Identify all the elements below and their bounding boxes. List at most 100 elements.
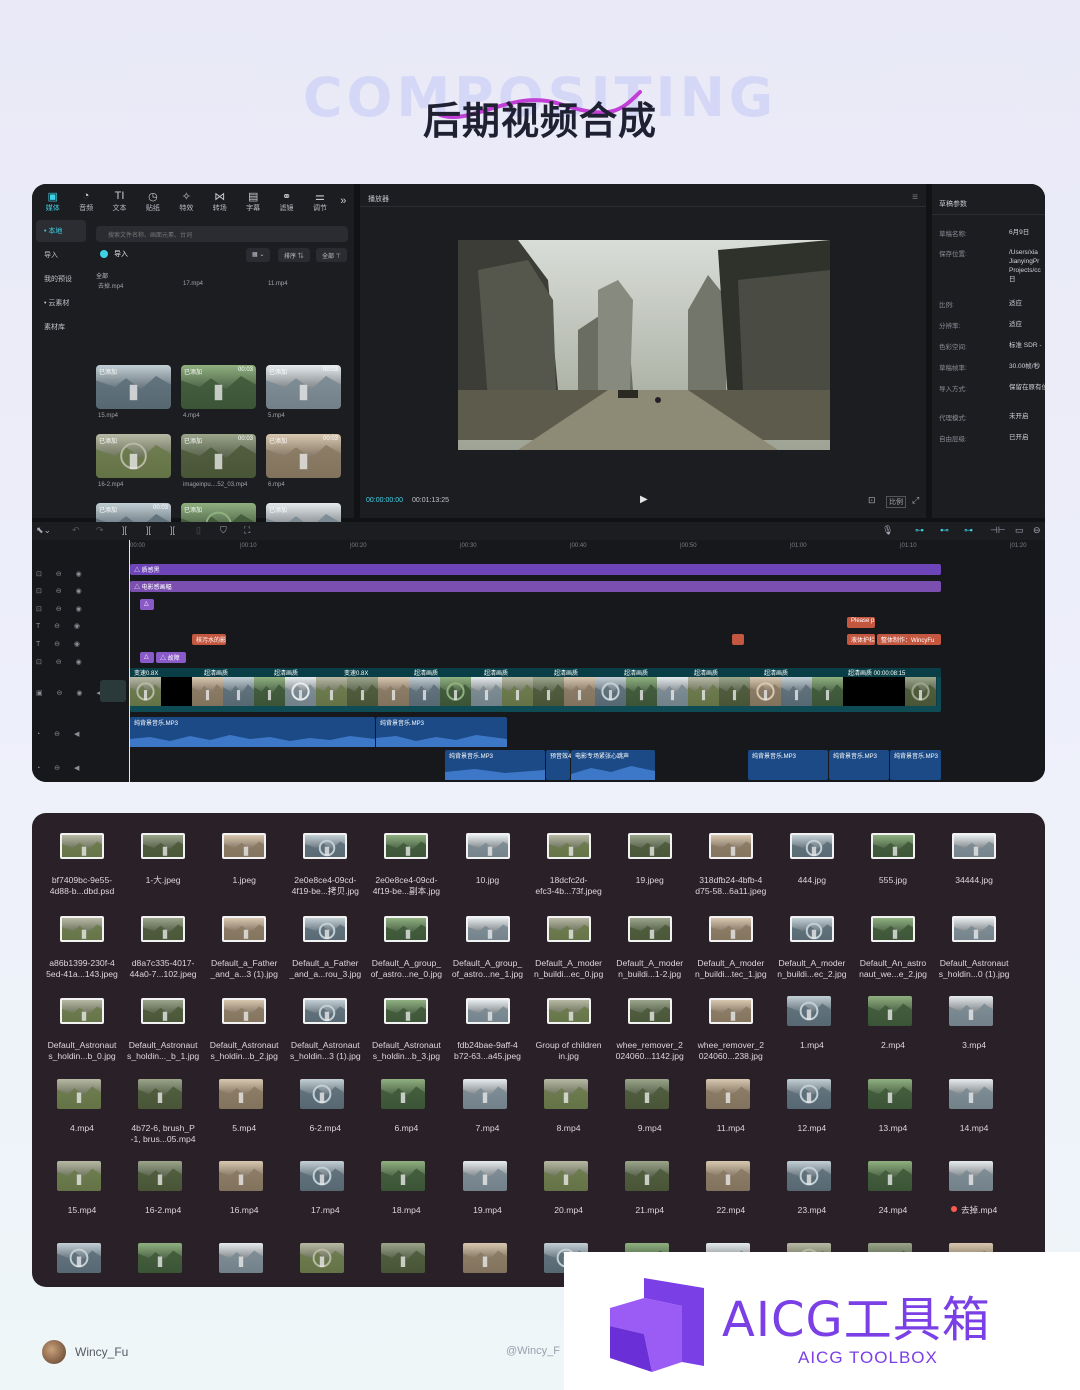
video-clip-label: 超清画质 xyxy=(274,671,299,677)
audio-clip-1[interactable]: 纯背景音乐.MP3 xyxy=(130,717,375,747)
audio-clip-6[interactable]: 纯背景音乐.MP3 xyxy=(748,750,828,780)
audio-clip-3[interactable]: 纯背景音乐.MP3 xyxy=(445,750,545,780)
select-tool-icon[interactable]: ⬉⌄ xyxy=(36,525,51,536)
file-thumb-partial[interactable] xyxy=(381,1243,426,1273)
video-preview[interactable] xyxy=(458,240,830,450)
image-icon[interactable]: ⛶ xyxy=(244,525,250,536)
file-name: Default_a_Father _and_a...3 (1).jpg xyxy=(210,957,278,979)
sidebar-item-import[interactable]: 导入 xyxy=(36,244,86,266)
split-icon[interactable]: ][ xyxy=(122,525,127,535)
file-name: Group of children in.jpg xyxy=(535,1040,602,1061)
track-controls-video[interactable]: ▣ ⊖ ◉ ◀ xyxy=(36,689,108,697)
clip-effect-4[interactable]: △ xyxy=(140,652,154,663)
fullscreen-icon[interactable]: ⤢ xyxy=(912,495,919,506)
sort-button[interactable]: 排序 ⇅ xyxy=(278,248,310,262)
track-controls-3[interactable]: ⊡ ⊖ ◉ xyxy=(36,605,88,613)
file-thumb-partial[interactable] xyxy=(462,1243,507,1273)
split-right-icon[interactable]: ][ xyxy=(170,525,175,535)
file-name: 22.mp4 xyxy=(716,1205,746,1215)
tool-media[interactable]: ▣ 媒体 xyxy=(36,190,69,213)
clip-text-please[interactable]: Please p xyxy=(847,617,875,628)
tool-filter[interactable]: ⚭ 滤镜 xyxy=(270,190,303,213)
mic-icon[interactable]: 🎙 xyxy=(882,525,893,536)
zoom-icon[interactable]: ⊖ xyxy=(1033,525,1041,536)
video-file-icon xyxy=(868,1078,912,1109)
audio-clip-2[interactable]: 纯背景音乐.MP3 xyxy=(376,717,507,747)
file-name: 20.mp4 xyxy=(554,1205,583,1215)
clip-text-3[interactable] xyxy=(732,634,744,645)
media-thumb[interactable]: 已添加 00:03 xyxy=(266,434,341,478)
prop-key: 草稿帧率: xyxy=(939,365,967,372)
image-file-icon xyxy=(222,998,267,1024)
clip-effect-2[interactable]: △ 电影感画幅 xyxy=(130,581,941,592)
clip-effect-3[interactable]: △ xyxy=(140,599,154,610)
track-controls-1[interactable]: ⊡ ⊖ ◉ xyxy=(36,570,88,578)
tool-transition[interactable]: ⋈ 转场 xyxy=(203,190,236,213)
audio-clip-5[interactable]: 电影专场紧张心跳声 xyxy=(571,750,655,780)
track-controls-2[interactable]: ⊡ ⊖ ◉ xyxy=(36,587,88,595)
clip-effect-1[interactable]: △ 质感黑 xyxy=(130,564,941,575)
sidebar-item-library[interactable]: 素材库 xyxy=(36,316,86,338)
file-name: Default_Astronaut s_holdin...b_2.jpg xyxy=(209,1040,279,1061)
filter-all-button[interactable]: 全部 ⊤ xyxy=(316,248,347,262)
media-thumb[interactable]: 已添加 00:03 xyxy=(181,365,256,409)
track-controls-audio2[interactable]: ◔ ⊖ ◀ xyxy=(36,764,85,772)
tool-sticker[interactable]: ◷ 贴纸 xyxy=(136,190,169,213)
audio-clip-4[interactable]: 预音效4 xyxy=(546,750,571,780)
tool-audio[interactable]: ◔ 音频 xyxy=(69,190,102,213)
shield-icon[interactable]: ⛉ xyxy=(220,525,227,536)
tool-text[interactable]: TI 文本 xyxy=(103,190,136,213)
media-thumb[interactable]: 已添加 00:03 xyxy=(266,365,341,409)
delete-icon[interactable]: ▯ xyxy=(196,525,201,536)
video-frame xyxy=(719,677,751,706)
import-button[interactable]: 导入 xyxy=(114,249,128,259)
image-file-icon xyxy=(222,833,267,859)
cover-thumbnail[interactable] xyxy=(100,680,126,702)
file-thumb-partial[interactable] xyxy=(219,1243,264,1273)
media-thumb[interactable]: 已添加 xyxy=(96,365,171,409)
clip-text-1[interactable]: 核污水的影 xyxy=(192,634,226,645)
view-toggle-icon[interactable]: ▦ ⌄ xyxy=(246,248,271,262)
track-controls-6[interactable]: ⊡ ⊖ ◉ xyxy=(36,658,88,666)
file-thumb-partial[interactable] xyxy=(300,1243,345,1273)
link-icon[interactable]: ⊶ xyxy=(915,525,924,536)
sidebar-item-local[interactable]: • 本地 xyxy=(36,220,86,242)
image-file-icon xyxy=(871,833,915,859)
image-file-icon xyxy=(546,998,591,1024)
audio-clip-8[interactable]: 纯背景音乐.MP3 xyxy=(890,750,941,780)
track-controls-4[interactable]: T ⊖ ◉ xyxy=(36,622,86,630)
clip-text-2[interactable]: 液体护栏 xyxy=(847,634,875,645)
magnet-icon[interactable]: ⊷ xyxy=(940,525,949,536)
media-name: imageinpu....52_03.mp4 xyxy=(183,482,248,488)
video-track[interactable]: 变速0.8X 超清画质 超清画质 变速0.8X 超清画质 超清画质 超清画质 超清画质 超清画质… xyxy=(130,668,941,712)
split-left-icon[interactable]: ][ xyxy=(146,525,151,535)
redo-icon[interactable]: ↷ xyxy=(96,525,104,536)
clip-effect-glitch[interactable]: △ 故障 xyxy=(156,652,186,663)
media-search-input[interactable]: 搜索文件名称、画面元素、台词 xyxy=(96,226,348,242)
audio-clip-7[interactable]: 纯背景音乐.MP3 xyxy=(829,750,889,780)
ratio-button[interactable]: 比例 xyxy=(886,496,906,508)
track-controls-audio1[interactable]: ◔ ⊖ ◀ xyxy=(36,730,85,738)
file-thumb-partial[interactable] xyxy=(57,1243,101,1273)
more-tools-icon[interactable]: » xyxy=(337,195,350,208)
track-controls-5[interactable]: T ⊖ ◉ xyxy=(36,640,86,648)
sidebar-item-cloud[interactable]: • 云素材 xyxy=(36,292,86,314)
clip-text-credit[interactable]: 整体制作：WincyFu xyxy=(877,634,941,645)
image-file-icon xyxy=(789,833,834,859)
screenshot-icon[interactable]: ⊡ xyxy=(868,495,876,506)
tool-effects[interactable]: ✧ 特效 xyxy=(170,190,203,213)
tool-subtitle[interactable]: ▤ 字幕 xyxy=(236,190,269,213)
menu-icon[interactable]: ≡ xyxy=(912,192,918,203)
file-thumb-partial[interactable] xyxy=(138,1243,183,1273)
media-thumb[interactable]: 已添加 00:03 xyxy=(181,434,256,478)
play-button[interactable]: ▶ xyxy=(640,494,648,505)
tool-adjust[interactable]: ⚌ 调节 xyxy=(303,190,336,213)
added-badge: 已添加 xyxy=(184,370,203,376)
media-thumb[interactable]: 已添加 xyxy=(96,434,171,478)
undo-icon[interactable]: ↶ xyxy=(72,525,80,536)
align-icon[interactable]: ⊣⊢ xyxy=(990,525,1006,536)
preview-icon[interactable]: ▭ xyxy=(1015,525,1024,536)
media-name: 去掉.mp4 xyxy=(98,284,124,290)
sidebar-item-presets[interactable]: 我的预设 xyxy=(36,268,86,290)
snap-icon[interactable]: ⊶ xyxy=(964,525,973,536)
